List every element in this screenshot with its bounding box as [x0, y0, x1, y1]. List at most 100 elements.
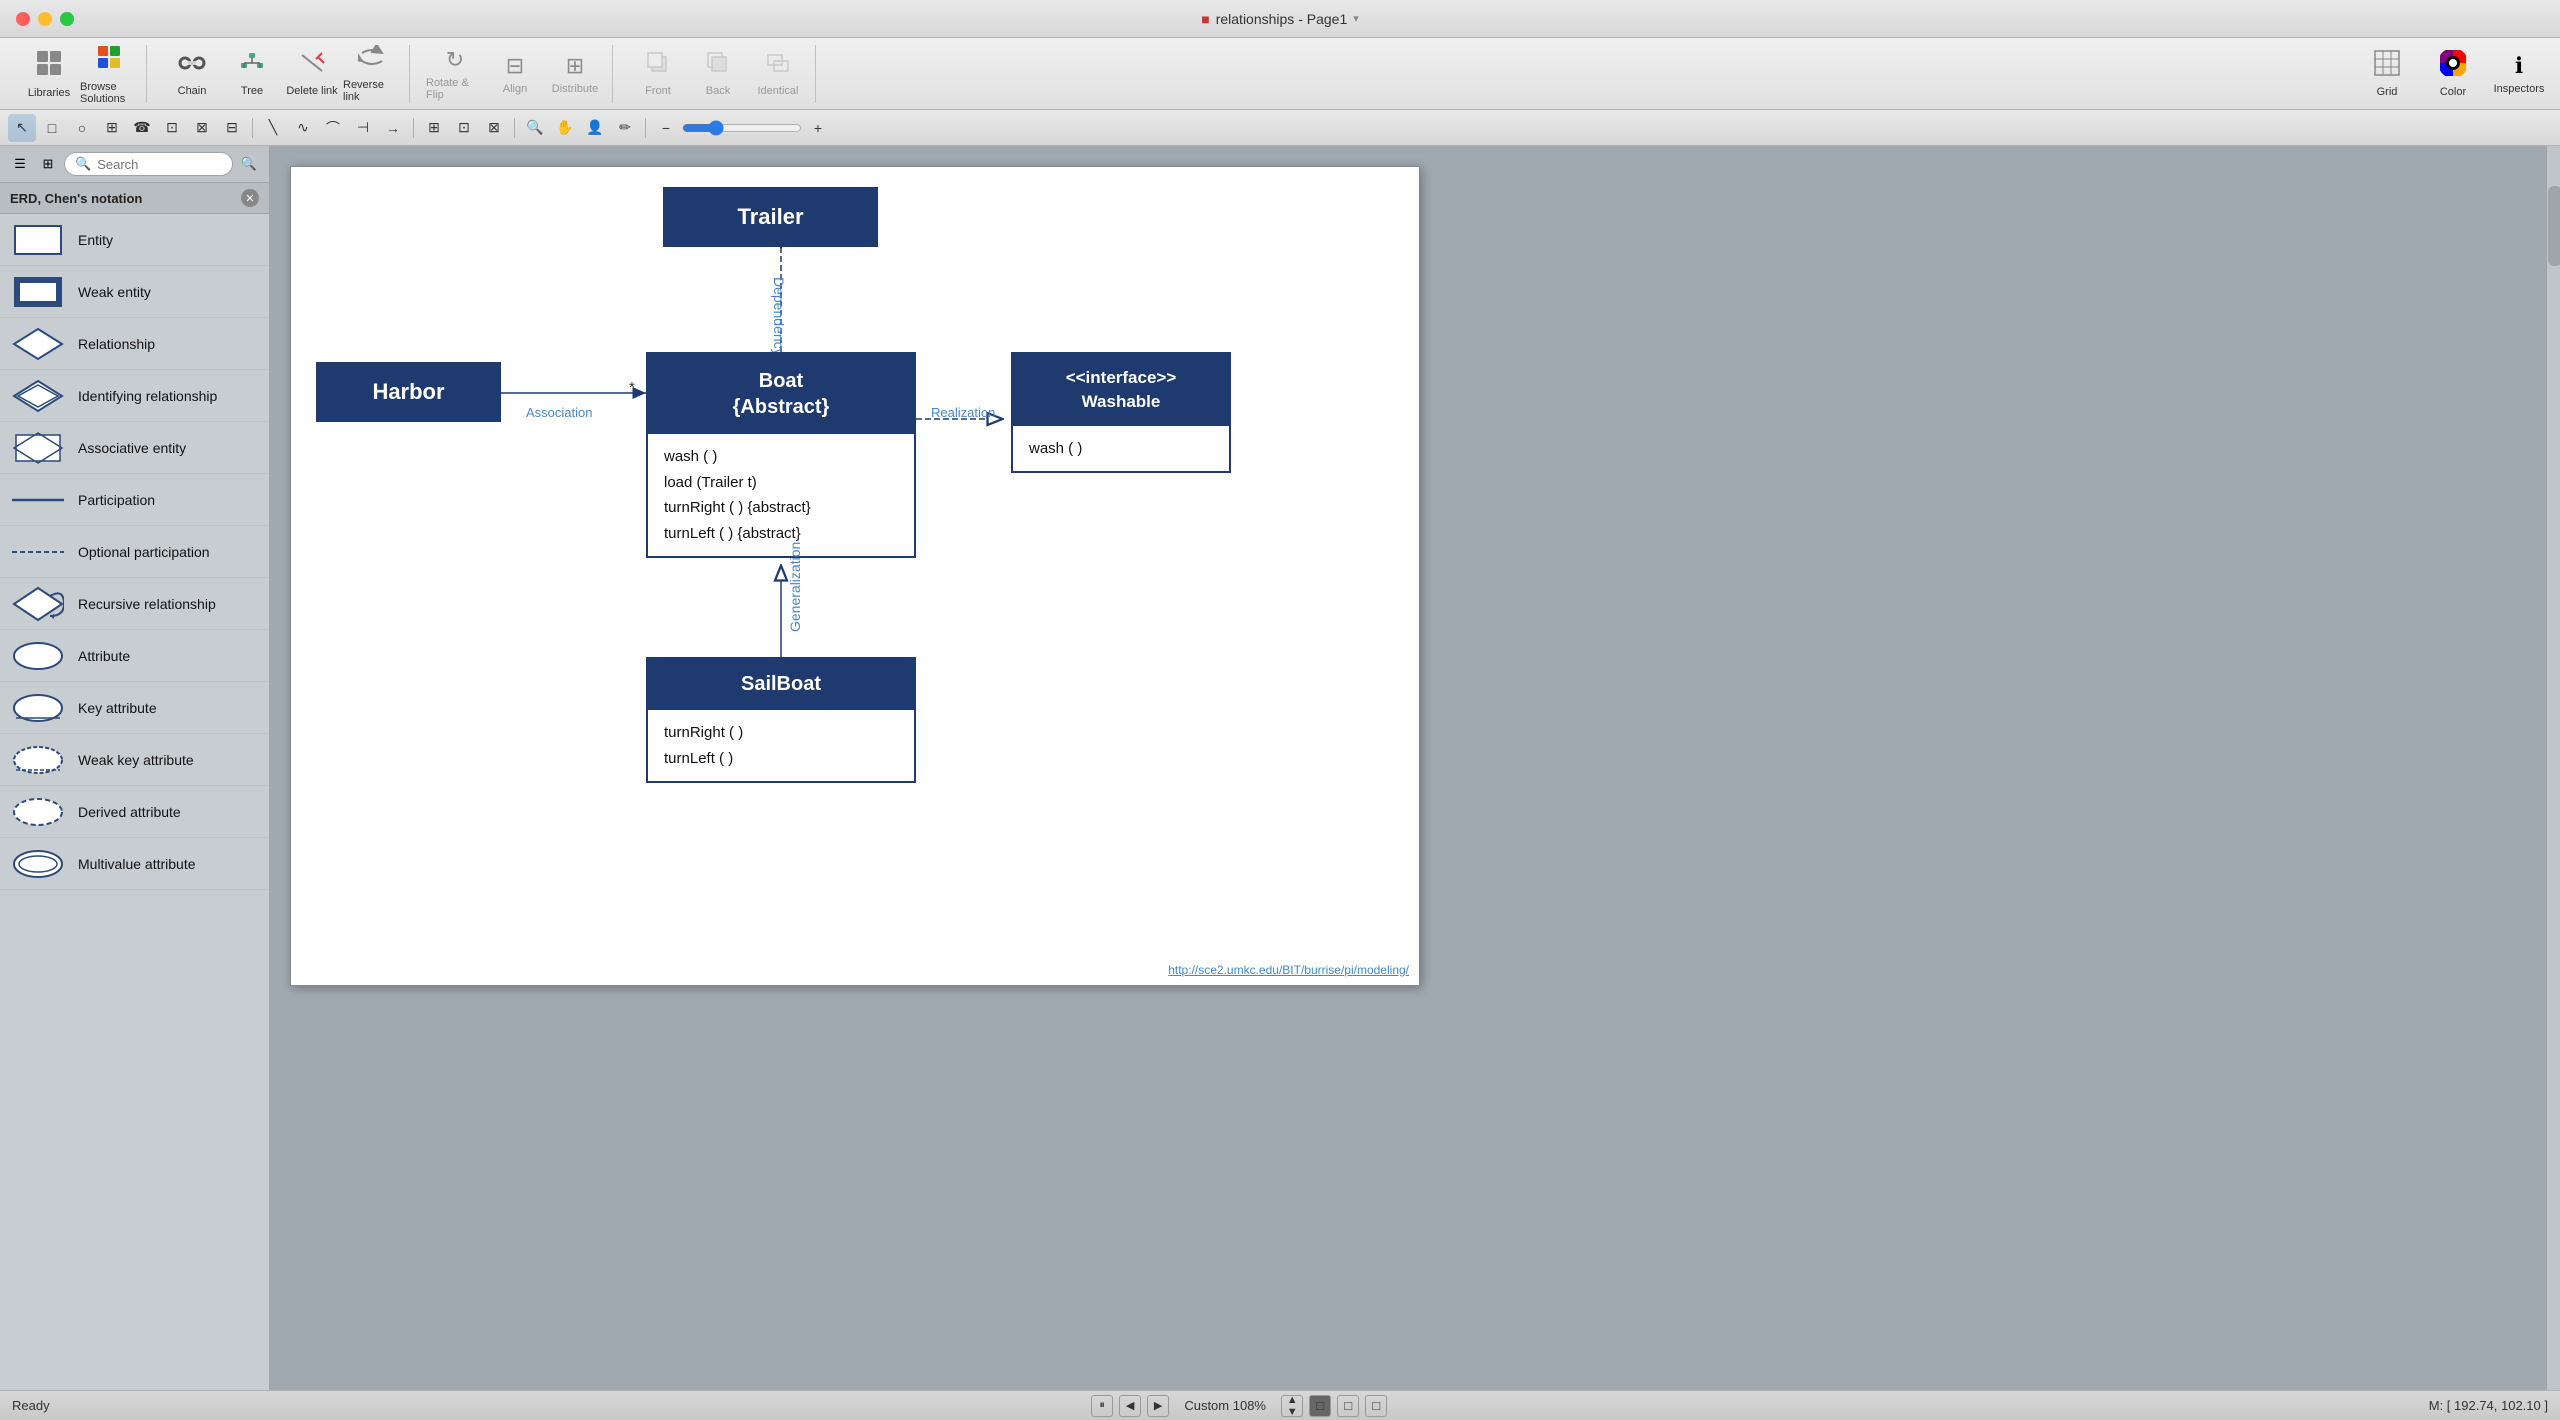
canvas-url[interactable]: http://sce2.umkc.edu/BIT/burrise/pi/mode…: [1168, 963, 1409, 977]
sidebar-item-weak-key-attribute[interactable]: Weak key attribute: [0, 734, 269, 786]
curve-tool[interactable]: ∿: [289, 114, 317, 142]
chain-button[interactable]: Chain: [163, 45, 221, 103]
grid-button[interactable]: Grid: [2358, 45, 2416, 103]
search-input[interactable]: [97, 157, 222, 172]
sidebar-item-entity[interactable]: Entity: [0, 214, 269, 266]
libraries-label: Libraries: [28, 87, 70, 99]
page-view-2[interactable]: □: [1337, 1395, 1359, 1417]
recursive-rel-icon: [12, 586, 64, 622]
sidebar-item-relationship[interactable]: Relationship: [0, 318, 269, 370]
sidebar-grid-view-btn[interactable]: ⊞: [36, 152, 60, 176]
canvas-area[interactable]: Trailer Dependency Harbor Association * …: [270, 146, 2546, 1390]
tool-6[interactable]: ⊠: [188, 114, 216, 142]
identifying-rel-icon: [12, 379, 64, 413]
title-label: relationships - Page1: [1216, 11, 1348, 27]
identical-button[interactable]: Identical: [749, 45, 807, 103]
title-chevron[interactable]: ▾: [1353, 12, 1359, 25]
sidebar-item-recursive-relationship[interactable]: Recursive relationship: [0, 578, 269, 630]
pen-tool[interactable]: ✏: [611, 114, 639, 142]
rotate-flip-label: Rotate & Flip: [426, 77, 484, 101]
derived-attr-icon: [12, 797, 64, 827]
prev-page-btn[interactable]: ◀: [1119, 1395, 1141, 1417]
select-tool[interactable]: ↖: [8, 114, 36, 142]
zoom-stepper[interactable]: ▲▼: [1281, 1395, 1303, 1417]
pan-tool[interactable]: ✋: [551, 114, 579, 142]
title-icon: ■: [1201, 11, 1209, 27]
zoom-fit-tool[interactable]: 🔍: [521, 114, 549, 142]
harbor-node[interactable]: Harbor: [316, 362, 501, 422]
chain-label: Chain: [178, 85, 207, 97]
front-icon: [646, 51, 670, 81]
reverse-link-button[interactable]: Reverse link: [343, 45, 401, 103]
sidebar-item-multivalue-attribute[interactable]: Multivalue attribute: [0, 838, 269, 890]
crop-tool[interactable]: ⊞: [420, 114, 448, 142]
boat-node[interactable]: Boat{Abstract} wash ( ) load (Trailer t)…: [646, 352, 916, 558]
ellipse-tool[interactable]: ○: [68, 114, 96, 142]
sidebar-item-participation[interactable]: Participation: [0, 474, 269, 526]
tool-5[interactable]: ⊡: [158, 114, 186, 142]
derived-attr-label: Derived attribute: [78, 804, 181, 820]
close-button[interactable]: [16, 12, 30, 26]
rotate-flip-button[interactable]: ↻ Rotate & Flip: [426, 45, 484, 103]
sidebar-item-derived-attribute[interactable]: Derived attribute: [0, 786, 269, 838]
sidebar-item-identifying-relationship[interactable]: Identifying relationship: [0, 370, 269, 422]
realization-label: Realization: [931, 405, 995, 420]
search-box: 🔍: [64, 152, 233, 176]
zoom-in-btn[interactable]: +: [804, 114, 832, 142]
sidebar-item-weak-entity[interactable]: Weak entity: [0, 266, 269, 318]
page-view-1[interactable]: □: [1309, 1395, 1331, 1417]
washable-node[interactable]: <<interface>>Washable wash ( ): [1011, 352, 1231, 473]
table-tool[interactable]: ⊞: [98, 114, 126, 142]
browse-solutions-button[interactable]: Browse Solutions: [80, 45, 138, 103]
category-close-btn[interactable]: ✕: [241, 189, 259, 207]
minimize-button[interactable]: [38, 12, 52, 26]
maximize-button[interactable]: [60, 12, 74, 26]
tool-7[interactable]: ⊟: [218, 114, 246, 142]
sidebar-list: Entity Weak entity Relationship: [0, 214, 269, 1390]
sailboat-node[interactable]: SailBoat turnRight ( ) turnLeft ( ): [646, 657, 916, 783]
sidebar-list-view-btn[interactable]: ☰: [8, 152, 32, 176]
association-multiplicity: *: [629, 379, 635, 396]
pause-btn[interactable]: ⏸: [1091, 1395, 1113, 1417]
libraries-button[interactable]: Libraries: [20, 45, 78, 103]
delete-link-icon: [298, 51, 326, 81]
zoom-out-btn[interactable]: −: [652, 114, 680, 142]
identical-icon: [766, 51, 790, 81]
generalization-label: Generalization: [787, 542, 803, 632]
line-tool[interactable]: ╲: [259, 114, 287, 142]
phone-tool[interactable]: ☎: [128, 114, 156, 142]
rectangle-tool[interactable]: □: [38, 114, 66, 142]
washable-method-1: wash ( ): [1029, 436, 1213, 462]
canvas[interactable]: Trailer Dependency Harbor Association * …: [290, 166, 1420, 986]
main-toolbar: Libraries Browse Solutions: [0, 38, 2560, 110]
inspectors-button[interactable]: ℹ Inspectors: [2490, 45, 2548, 103]
front-button[interactable]: Front: [629, 45, 687, 103]
user-tool[interactable]: 👤: [581, 114, 609, 142]
align-button[interactable]: ⊟ Align: [486, 45, 544, 103]
tree-button[interactable]: Tree: [223, 45, 281, 103]
sidebar-search-btn[interactable]: 🔍: [237, 152, 261, 176]
right-scrollbar[interactable]: [2546, 146, 2560, 1390]
sidebar-item-attribute[interactable]: Attribute: [0, 630, 269, 682]
arrow-tool[interactable]: →: [379, 114, 407, 142]
weak-key-attr-icon: [12, 745, 64, 775]
sidebar-item-key-attribute[interactable]: Key attribute: [0, 682, 269, 734]
color-button[interactable]: Color: [2424, 45, 2482, 103]
assoc-entity-icon: [12, 431, 64, 465]
trailer-node[interactable]: Trailer: [663, 187, 878, 247]
split-tool[interactable]: ⊠: [480, 114, 508, 142]
tree-icon: [238, 51, 266, 81]
slice-tool[interactable]: ⊡: [450, 114, 478, 142]
next-page-btn[interactable]: ▶: [1147, 1395, 1169, 1417]
back-button[interactable]: Back: [689, 45, 747, 103]
delete-link-button[interactable]: Delete link: [283, 45, 341, 103]
arc-tool[interactable]: ⌒: [319, 114, 347, 142]
page-view-3[interactable]: □: [1365, 1395, 1387, 1417]
sidebar-item-associative-entity[interactable]: Associative entity: [0, 422, 269, 474]
washable-header: <<interface>>Washable: [1013, 354, 1229, 426]
connector-tool[interactable]: ⊣: [349, 114, 377, 142]
distribute-button[interactable]: ⊞ Distribute: [546, 45, 604, 103]
sidebar-item-optional-participation[interactable]: Optional participation: [0, 526, 269, 578]
tree-label: Tree: [241, 85, 263, 97]
zoom-slider[interactable]: [682, 120, 802, 136]
